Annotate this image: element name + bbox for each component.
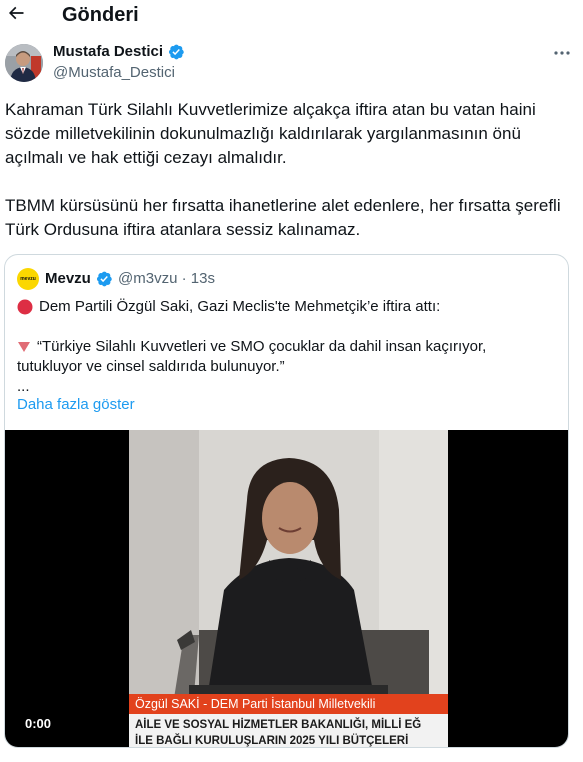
video-frame: Özgül SAKİ - DEM Parti İstanbul Milletve… (129, 430, 448, 747)
quote-line-text: Dem Partili Özgül Saki, Gazi Meclis'te M… (39, 298, 441, 315)
quote-time[interactable]: 13s (191, 270, 215, 287)
verified-badge-icon (95, 270, 113, 288)
page-title: Gönderi (62, 4, 139, 26)
top-bar: Gönderi (0, 0, 583, 34)
quote-line: tutukluyor ve cinsel saldırıda bulunuyor… (17, 357, 557, 377)
video-caption: AİLE VE SOSYAL HİZMETLER BAKANLIĞI, MİLL… (129, 714, 448, 747)
more-options-button[interactable] (550, 42, 574, 62)
tweet-paragraph: Kahraman Türk Silahlı Kuvvetlerimize alç… (5, 100, 536, 167)
author-handle[interactable]: @Mustafa_Destici (53, 64, 175, 82)
quote-avatar-text: mevzu (20, 276, 36, 282)
quote-line-text: tutukluyor ve cinsel saldırıda bulunuyor… (17, 358, 285, 375)
verified-badge-icon (167, 43, 185, 61)
ellipsis-icon (553, 43, 571, 61)
caption-line: İLE BAĞLI KURULUŞLARIN 2025 YILI BÜTÇELE… (135, 735, 409, 747)
tweet-paragraph: TBMM kürsüsünü her fırsatta ihanetlerine… (5, 196, 561, 239)
quote-avatar[interactable]: mevzu (17, 268, 39, 290)
author-name[interactable]: Mustafa Destici (53, 43, 185, 61)
back-button[interactable] (6, 4, 26, 26)
quote-line: ... (17, 377, 557, 397)
arrow-left-icon (6, 3, 26, 28)
quoted-tweet-card[interactable]: mevzu Mevzu @m3vzu · 13s Dem Partili Özg… (4, 254, 569, 748)
meta-separator: · (181, 270, 187, 287)
quote-author-name-text: Mevzu (45, 270, 91, 287)
quote-meta: @m3vzu · 13s (118, 269, 215, 289)
quote-author-name[interactable]: Mevzu (45, 269, 113, 289)
author-avatar[interactable] (5, 44, 43, 82)
author-name-text: Mustafa Destici (53, 43, 164, 60)
tweet-text: Kahraman Türk Silahlı Kuvvetlerimize alç… (5, 98, 565, 242)
quote-handle[interactable]: @m3vzu (118, 270, 177, 287)
lower-third-name: Özgül SAKİ - DEM Parti İstanbul Milletve… (129, 694, 448, 714)
video-player[interactable]: Özgül SAKİ - DEM Parti İstanbul Milletve… (5, 430, 568, 747)
quote-line: Dem Partili Özgül Saki, Gazi Meclis'te M… (17, 297, 557, 317)
red-circle-icon (17, 299, 33, 315)
show-more-link[interactable]: Daha fazla göster (17, 395, 135, 415)
quote-text: Dem Partili Özgül Saki, Gazi Meclis'te M… (17, 297, 557, 397)
caption-line: AİLE VE SOSYAL HİZMETLER BAKANLIĞI, MİLL… (135, 719, 422, 731)
quote-line-text: ... (17, 378, 30, 395)
quote-line-text: “Türkiye Silahlı Kuvvetleri ve SMO çocuk… (37, 338, 487, 355)
red-triangle-down-icon (17, 341, 31, 353)
quote-line: “Türkiye Silahlı Kuvvetleri ve SMO çocuk… (17, 337, 557, 357)
video-timestamp: 0:00 (25, 716, 52, 731)
